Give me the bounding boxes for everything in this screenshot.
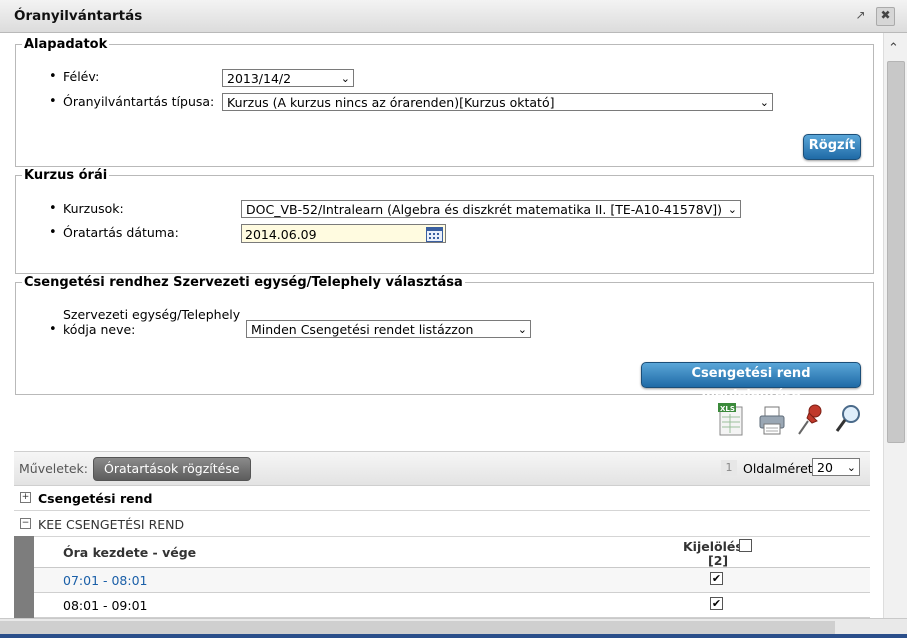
tipus-label: Óranyilvántartás típusa: <box>63 94 215 109</box>
chevron-down-icon: ⌄ <box>846 461 856 474</box>
tipus-select[interactable]: Kurzus (A kurzus nincs az órarenden)[Kur… <box>222 93 773 111</box>
close-icon[interactable]: ✖ <box>876 7 895 26</box>
row-checkbox[interactable]: ✔ <box>710 572 723 585</box>
scrollbar-thumb[interactable] <box>0 621 835 634</box>
page-size-value: 20 <box>817 460 833 475</box>
oratartasok-rogzitese-button[interactable]: Óratartások rögzítése <box>93 457 251 481</box>
alapadatok-legend: Alapadatok <box>24 37 108 52</box>
page-size-select[interactable]: 20 ⌄ <box>812 458 860 476</box>
select-count: [2] <box>708 553 729 568</box>
muveletek-label: Műveletek: <box>19 461 89 476</box>
page-size-label: Oldalméret <box>743 461 813 476</box>
bullet-felev: • <box>49 69 57 84</box>
scroll-up-icon[interactable]: ⌃ <box>888 41 899 56</box>
kurzusok-label: Kurzusok: <box>63 201 124 216</box>
szervezeti-label-line2: kódja neve: <box>63 322 136 337</box>
chevron-down-icon: ⌄ <box>727 201 737 217</box>
tipus-value: Kurzus (A kurzus nincs az órarenden)[Kur… <box>227 95 555 110</box>
szervezeti-label-line1: Szervezeti egység/Telephely <box>63 307 241 322</box>
rogzit-button[interactable]: Rögzít <box>803 134 861 160</box>
kurzus-orai-fieldset: Kurzus órái <box>15 168 874 274</box>
group-row-kee-csengetesi-rend[interactable]: − KEE CSENGETÉSI REND <box>14 511 870 537</box>
calendar-icon[interactable] <box>426 227 443 242</box>
search-icon[interactable] <box>834 401 864 439</box>
column-header-kijeloles: Kijelölés <box>683 539 743 554</box>
pin-icon[interactable] <box>796 401 826 439</box>
page-number[interactable]: 1 <box>721 460 737 476</box>
expand-icon[interactable]: + <box>20 492 31 503</box>
group-row-csengetesi-rend[interactable]: + Csengetési rend <box>14 485 870 511</box>
bullet-tipus: • <box>49 94 57 109</box>
row-checkbox[interactable]: ✔ <box>710 597 723 610</box>
xls-icon-text: XLS <box>720 405 735 413</box>
taskbar-edge <box>0 634 907 638</box>
felev-select[interactable]: 2013/14/2 ⌄ <box>222 69 354 87</box>
bullet-datum: • <box>49 225 57 240</box>
row-time-link[interactable]: 07:01 - 08:01 <box>63 573 148 588</box>
group-indent-bar <box>14 536 34 618</box>
grid-column-header: Óra kezdete - vége Kijelölés [2] <box>34 536 870 568</box>
horizontal-scrollbar[interactable] <box>0 618 907 638</box>
bullet-kurzusok: • <box>49 201 57 216</box>
window-titlebar: Óranyilvántartás ↗ ✖ <box>0 0 907 33</box>
group-label: KEE CSENGETÉSI REND <box>38 517 185 532</box>
felev-value: 2013/14/2 <box>227 71 292 86</box>
dialog-content: Alapadatok • Félév: 2013/14/2 ⌄ • Óranyi… <box>0 33 883 618</box>
popout-icon[interactable]: ↗ <box>852 7 869 24</box>
datum-input[interactable]: 2014.06.09 <box>241 224 446 243</box>
chevron-down-icon: ⌄ <box>759 96 769 109</box>
print-icon[interactable] <box>757 401 787 439</box>
group-label: Csengetési rend <box>38 491 153 506</box>
csengetesi-megjelenites-button[interactable]: Csengetési rend megjelentése <box>641 362 861 403</box>
select-all-checkbox[interactable] <box>739 539 752 552</box>
window-title: Óranyilvántartás <box>14 8 143 24</box>
table-row[interactable]: 07:01 - 08:01 ✔ <box>34 568 870 593</box>
xls-export-icon[interactable]: XLS <box>716 401 746 439</box>
szervezeti-value: Minden Csengetési rendet listázzon <box>251 322 474 337</box>
scrollbar-thumb[interactable] <box>887 61 905 443</box>
kurzusok-select[interactable]: DOC_VB-52/Intralearn (Algebra és diszkré… <box>241 200 741 218</box>
collapse-icon[interactable]: − <box>20 518 31 529</box>
csengetesi-legend: Csengetési rendhez Szervezeti egység/Tel… <box>24 275 463 290</box>
vertical-scrollbar[interactable]: ⌃ <box>883 33 907 618</box>
szervezeti-select[interactable]: Minden Csengetési rendet listázzon ⌄ <box>246 320 531 338</box>
column-header-ora[interactable]: Óra kezdete - vége <box>63 545 196 560</box>
datum-label: Óratartás dátuma: <box>63 225 179 240</box>
chevron-down-icon: ⌄ <box>340 72 350 85</box>
grid-toolbar: Műveletek: Óratartások rögzítése 1 Oldal… <box>14 451 870 486</box>
row-time: 08:01 - 09:01 <box>63 598 148 613</box>
chevron-down-icon: ⌄ <box>517 323 527 336</box>
datum-value: 2014.06.09 <box>245 227 317 242</box>
kurzus-orai-legend: Kurzus órái <box>24 168 108 183</box>
felev-label: Félév: <box>63 69 100 84</box>
kurzusok-value: DOC_VB-52/Intralearn (Algebra és diszkré… <box>246 202 722 217</box>
bullet-szervezeti: • <box>49 322 57 337</box>
table-row[interactable]: 08:01 - 09:01 ✔ <box>34 593 870 618</box>
